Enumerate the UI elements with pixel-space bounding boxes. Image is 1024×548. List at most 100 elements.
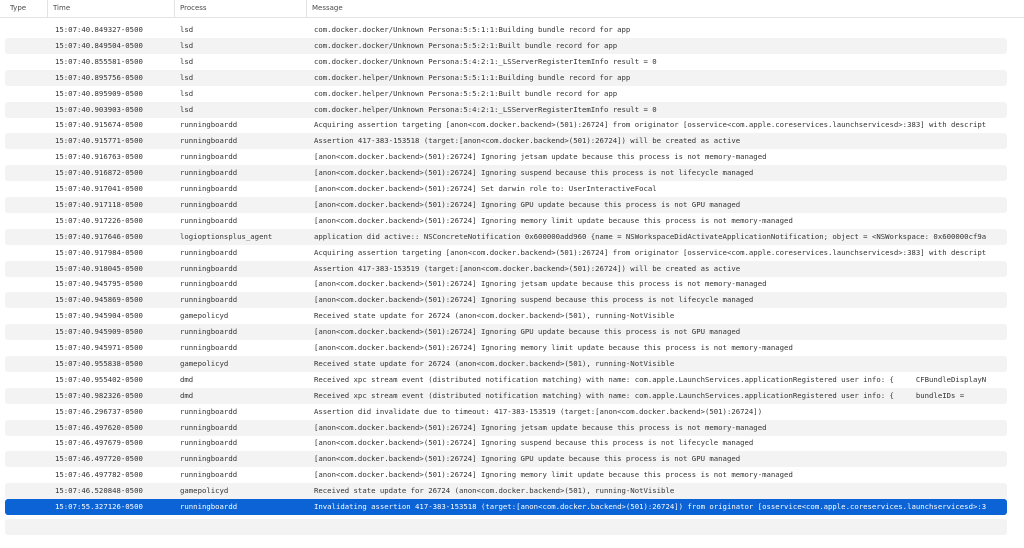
row-time: 15:07:46.296737-0500: [55, 406, 143, 416]
row-time: 15:07:40.917041-0500: [55, 184, 143, 193]
table-row[interactable]: 15:07:46.497620-0500 runningboardd [anon<c…: [5, 419, 1007, 436]
row-time: 15:07:40.895909-0500: [55, 88, 143, 98]
row-message: Assertion did invalidate due to timeout:…: [314, 406, 763, 416]
table-row[interactable]: 15:07:40.945904-0500 gamepolicyd Received …: [5, 308, 1007, 324]
table-row[interactable]: 15:07:40.915771-0500 runningboardd Asserti…: [5, 133, 1007, 150]
table-row[interactable]: 15:07:40.903903-0500 lsd com.docker.helper…: [5, 101, 1007, 118]
row-time: 15:07:40.855581-0500: [55, 56, 143, 66]
row-message: [anon<com.docker.backend>(501):26724] Ig…: [314, 343, 793, 352]
table-row[interactable]: 15:07:40.955838-0500 gamepolicyd Received …: [5, 355, 1007, 372]
row-message: com.docker.helper/Unknown Persona:5:4:2:…: [314, 104, 657, 114]
table-row[interactable]: 15:07:40.895909-0500 lsd com.docker.helper…: [5, 86, 1007, 102]
table-row[interactable]: 15:07:40.855581-0500 lsd com.docker.docker…: [5, 54, 1007, 70]
row-process: runningboardd: [180, 120, 238, 130]
column-header-message[interactable]: Message: [307, 0, 1017, 17]
row-time: 15:07:40.917118-0500: [55, 199, 143, 209]
row-time: 15:07:40.915674-0500: [55, 120, 143, 130]
row-message: Acquiring assertion targeting [anon<com.…: [314, 120, 987, 130]
row-process: lsd: [180, 56, 194, 66]
row-message: [anon<com.docker.backend>(501):26724] Ig…: [314, 152, 767, 162]
row-message: [anon<com.docker.backend>(501):26724] Ig…: [314, 438, 754, 448]
table-row[interactable]: 15:07:46.497720-0500 runningboardd [anon<c…: [5, 451, 1007, 468]
table-row-selected[interactable]: 15:07:55.327126-0500 runningboardd Invalid…: [5, 499, 1007, 515]
table-row[interactable]: 15:07:40.916872-0500 runningboardd [anon<c…: [5, 165, 1007, 182]
row-process: gamepolicyd: [180, 486, 229, 496]
table-row[interactable]: 15:07:40.917041-0500 runningboardd [anon<c…: [5, 181, 1007, 197]
row-time: 15:07:46.497782-0500: [55, 470, 143, 480]
table-row[interactable]: 15:07:40.849327-0500 lsd com.docker.docker…: [5, 22, 1007, 38]
row-process: dmd: [180, 374, 194, 384]
empty-row: [5, 519, 1007, 535]
table-row[interactable]: 15:07:40.982326-0500 dmd Received xpc stre…: [5, 387, 1007, 404]
table-row[interactable]: 15:07:40.945909-0500 runningboardd [anon<c…: [5, 324, 1007, 341]
row-process: runningboardd: [180, 168, 238, 178]
table-row[interactable]: 15:07:46.497782-0500 runningboardd [anon<c…: [5, 467, 1007, 483]
table-row[interactable]: 15:07:40.945795-0500 runningboardd [anon<c…: [5, 276, 1007, 292]
row-time: 15:07:40.917646-0500: [55, 231, 143, 241]
row-process: runningboardd: [180, 199, 238, 209]
row-process: lsd: [180, 72, 194, 82]
row-process: gamepolicyd: [180, 358, 229, 368]
row-process: runningboardd: [180, 263, 238, 273]
row-message: Received state update for 26724 (anon<co…: [314, 358, 675, 368]
row-process: runningboardd: [180, 215, 238, 225]
row-time: 15:07:40.917984-0500: [55, 247, 143, 257]
row-time: 15:07:40.955402-0500: [55, 374, 143, 384]
row-time: 15:07:55.327126-0500: [55, 502, 143, 511]
row-time: 15:07:40.945909-0500: [55, 327, 143, 337]
table-row[interactable]: 15:07:40.917646-0500 logioptionsplus_agen…: [5, 228, 1007, 245]
table-row[interactable]: 15:07:40.915674-0500 runningboardd Acquiri…: [5, 117, 1007, 133]
row-process: runningboardd: [180, 502, 238, 511]
row-message: [anon<com.docker.backend>(501):26724] Se…: [314, 184, 657, 193]
row-message: [anon<com.docker.backend>(501):26724] Ig…: [314, 454, 741, 464]
row-process: runningboardd: [180, 247, 238, 257]
row-time: 15:07:40.917226-0500: [55, 215, 143, 225]
row-message: Assertion 417-383-153519 (target:[anon<c…: [314, 263, 741, 273]
row-time: 15:07:40.849504-0500: [55, 40, 143, 50]
table-header: Type Time Process Message: [0, 0, 1024, 18]
row-time: 15:07:40.916872-0500: [55, 168, 143, 178]
row-process: dmd: [180, 390, 194, 400]
table-row[interactable]: 15:07:40.917226-0500 runningboardd [anon<c…: [5, 213, 1007, 229]
table-row[interactable]: 15:07:40.849504-0500 lsd com.docker.docker…: [5, 37, 1007, 54]
table-row[interactable]: 15:07:40.918045-0500 runningboardd Asserti…: [5, 260, 1007, 277]
table-row[interactable]: 15:07:40.895756-0500 lsd com.docker.helper…: [5, 69, 1007, 86]
row-message: Assertion 417-383-153518 (target:[anon<c…: [314, 136, 741, 146]
table-row[interactable]: 15:07:40.917118-0500 runningboardd [anon<c…: [5, 196, 1007, 213]
row-message: [anon<com.docker.backend>(501):26724] Ig…: [314, 470, 793, 480]
row-message: Acquiring assertion targeting [anon<com.…: [314, 247, 987, 257]
row-message: [anon<com.docker.backend>(501):26724] Ig…: [314, 422, 767, 432]
row-time: 15:07:40.895756-0500: [55, 72, 143, 82]
row-message: com.docker.docker/Unknown Persona:5:5:1:…: [314, 25, 631, 34]
row-message: [anon<com.docker.backend>(501):26724] Ig…: [314, 295, 754, 305]
row-time: 15:07:40.955838-0500: [55, 358, 143, 368]
table-row[interactable]: 15:07:46.497679-0500 runningboardd [anon<c…: [5, 435, 1007, 451]
row-message: com.docker.docker/Unknown Persona:5:5:2:…: [314, 40, 618, 50]
row-time: 15:07:40.849327-0500: [55, 25, 143, 34]
row-time: 15:07:40.982326-0500: [55, 390, 143, 400]
row-time: 15:07:46.497679-0500: [55, 438, 143, 448]
row-message: com.docker.docker/Unknown Persona:5:4:2:…: [314, 56, 657, 66]
column-header-type[interactable]: Type: [5, 0, 48, 17]
table-row[interactable]: 15:07:46.520848-0500 gamepolicyd Received …: [5, 483, 1007, 500]
row-time: 15:07:40.945904-0500: [55, 311, 143, 321]
row-process: runningboardd: [180, 406, 238, 416]
column-header-time[interactable]: Time: [48, 0, 175, 17]
row-message: [anon<com.docker.backend>(501):26724] Ig…: [314, 168, 754, 178]
table-row[interactable]: 15:07:40.916763-0500 runningboardd [anon<c…: [5, 149, 1007, 165]
row-message: com.docker.helper/Unknown Persona:5:5:1:…: [314, 72, 631, 82]
row-process: runningboardd: [180, 343, 238, 352]
row-process: gamepolicyd: [180, 311, 229, 321]
table-row[interactable]: 15:07:40.945971-0500 runningboardd [anon<c…: [5, 340, 1007, 356]
row-process: runningboardd: [180, 470, 238, 480]
table-row[interactable]: 15:07:40.917984-0500 runningboardd Acquiri…: [5, 245, 1007, 261]
row-time: 15:07:40.945795-0500: [55, 279, 143, 289]
row-process: runningboardd: [180, 327, 238, 337]
row-message: [anon<com.docker.backend>(501):26724] Ig…: [314, 327, 741, 337]
column-header-process[interactable]: Process: [175, 0, 307, 17]
table-row[interactable]: 15:07:46.296737-0500 runningboardd Asserti…: [5, 404, 1007, 420]
row-message: [anon<com.docker.backend>(501):26724] Ig…: [314, 199, 741, 209]
table-row[interactable]: 15:07:40.945869-0500 runningboardd [anon<c…: [5, 292, 1007, 309]
row-message: Received xpc stream event (distributed n…: [314, 374, 987, 384]
table-row[interactable]: 15:07:40.955402-0500 dmd Received xpc stre…: [5, 372, 1007, 388]
